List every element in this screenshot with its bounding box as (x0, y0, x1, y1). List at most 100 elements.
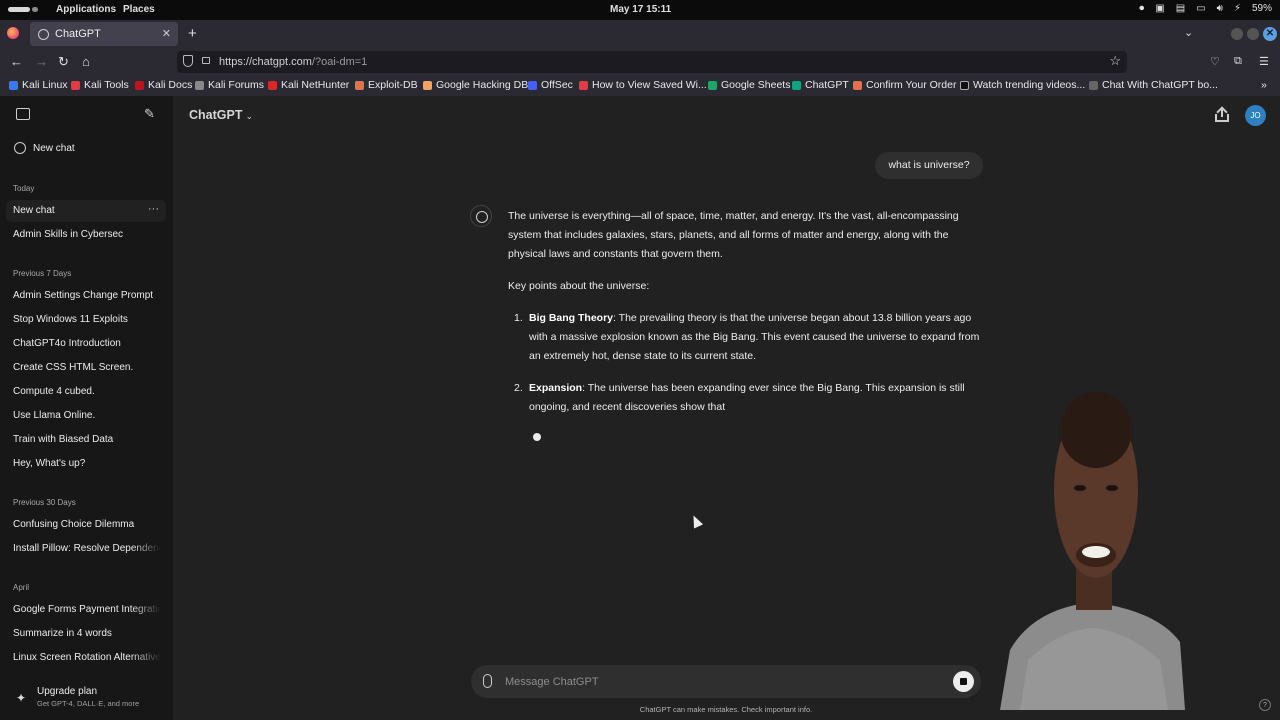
bookmark-favicon-icon (423, 80, 432, 90)
system-clock[interactable]: May 17 15:11 (610, 4, 671, 15)
chatgpt-avatar-icon (470, 205, 492, 227)
more-bookmarks-chevron-icon[interactable]: » (1261, 79, 1267, 91)
bookmark-favicon-icon (135, 80, 144, 90)
assistant-response: The universe is everything—all of space,… (508, 207, 984, 430)
bookmark-item[interactable]: Confirm Your Order (853, 79, 956, 91)
upgrade-title: Upgrade plan (37, 686, 98, 697)
address-bar[interactable]: https://chatgpt.com/?oai-dm=1 ☆ (177, 51, 1127, 73)
bookmark-item[interactable]: Kali Docs (135, 79, 192, 91)
bookmark-item[interactable]: Google Hacking DB (423, 79, 528, 91)
chat-history-item[interactable]: Compute 4 cubed. (13, 386, 161, 397)
chat-history-item[interactable]: Admin Settings Change Prompt (13, 290, 161, 301)
volume-icon[interactable]: 🔊︎ (1217, 3, 1223, 14)
bookmark-favicon-icon (579, 80, 588, 90)
close-window-button[interactable]: ✕ (1263, 27, 1277, 41)
bookmark-favicon-icon (792, 80, 801, 90)
bookmark-item[interactable]: OffSec (528, 79, 573, 91)
response-paragraph: The universe is everything—all of space,… (508, 210, 959, 260)
key-points-list: 1. Big Bang Theory: The prevailing theory… (508, 309, 984, 417)
bookmark-favicon-icon (528, 80, 537, 90)
chat-history-item[interactable]: Admin Skills in Cybersec (13, 229, 161, 240)
section-heading: Previous 7 Days (13, 269, 72, 278)
power-icon[interactable]: ⚡︎ (1234, 3, 1241, 14)
model-selector[interactable]: ChatGPT ⌄ (189, 108, 253, 122)
upgrade-plan-button[interactable]: ✦ Upgrade plan Get GPT-4, DALL·E, and mo… (14, 686, 164, 714)
attach-paperclip-icon[interactable] (483, 674, 492, 688)
chat-history-item[interactable]: Linux Screen Rotation Alternatives (13, 652, 161, 663)
clipboard-icon[interactable]: ▣ (1155, 3, 1164, 14)
pocket-icon[interactable]: ♡ (1210, 55, 1220, 68)
message-input[interactable] (505, 673, 925, 691)
new-chat-button[interactable]: New chat (8, 137, 165, 159)
forward-arrow-icon[interactable]: → (35, 54, 48, 69)
extensions-icon[interactable]: ⧉ (1234, 55, 1242, 68)
typing-indicator (533, 433, 541, 441)
close-tab-icon[interactable]: ✕ (162, 27, 171, 40)
new-chat-edit-icon[interactable]: ✎ (144, 106, 155, 122)
bookmark-favicon-icon (960, 80, 969, 90)
bookmark-item[interactable]: Exploit-DB (355, 79, 418, 91)
more-options-icon[interactable]: ··· (148, 203, 159, 215)
tracking-protection-shield-icon[interactable] (183, 55, 193, 67)
bookmark-star-icon[interactable]: ☆ (1109, 53, 1121, 69)
bookmark-favicon-icon (355, 80, 364, 90)
lock-icon[interactable] (202, 57, 210, 64)
chat-history-item[interactable]: ChatGPT4o Introduction (13, 338, 161, 349)
chat-history-item[interactable]: Create CSS HTML Screen. (13, 362, 161, 373)
list-item: 2. Expansion: The universe has been expan… (514, 382, 965, 413)
bookmark-item[interactable]: Kali Linux (9, 79, 68, 91)
bookmark-item[interactable]: Chat With ChatGPT bo... (1089, 79, 1218, 91)
chat-history-sidebar: ✎ New chat Today New chat ··· Admin Skil… (0, 96, 173, 720)
firefox-logo-icon[interactable] (7, 27, 19, 39)
new-tab-icon[interactable]: + (188, 25, 197, 42)
applications-menu[interactable]: Applications (56, 4, 116, 15)
sidebar-toggle-icon[interactable] (16, 108, 30, 120)
maximize-window-button[interactable] (1247, 28, 1259, 40)
workspace-indicator[interactable] (8, 7, 30, 12)
bookmark-favicon-icon (71, 80, 80, 90)
chat-history-item[interactable]: Google Forms Payment Integration (13, 604, 161, 615)
chat-history-item[interactable]: Hey, What's up? (13, 458, 161, 469)
notification-icon[interactable]: ▤ (1176, 3, 1185, 14)
section-heading: April (13, 583, 30, 592)
stop-generating-button[interactable] (953, 671, 974, 692)
help-icon[interactable]: ? (1259, 699, 1271, 711)
browser-tab-chatgpt[interactable]: ChatGPT ✕ (30, 22, 178, 46)
recording-icon[interactable]: ⏺ (1139, 3, 1144, 14)
list-tabs-chevron-icon[interactable]: ⌄ (1184, 26, 1193, 39)
bookmark-item[interactable]: Watch trending videos... (960, 79, 1085, 91)
chat-history-item[interactable]: Use Llama Online. (13, 410, 161, 421)
chat-history-item[interactable]: Stop Windows 11 Exploits (13, 314, 161, 325)
bookmark-item[interactable]: Kali Forums (195, 79, 264, 91)
display-icon[interactable]: ▭ (1196, 3, 1205, 14)
share-icon[interactable] (1215, 106, 1229, 124)
bookmark-item[interactable]: How to View Saved Wi... (579, 79, 707, 91)
response-paragraph: Key points about the universe: (508, 280, 650, 292)
chat-history-item[interactable]: New chat ··· (6, 200, 166, 222)
bookmark-item[interactable]: Kali NetHunter (268, 79, 349, 91)
bookmark-item[interactable]: Google Sheets (708, 79, 790, 91)
bookmark-favicon-icon (853, 80, 862, 90)
home-icon[interactable]: ⌂ (82, 54, 90, 69)
minimize-window-button[interactable] (1231, 28, 1243, 40)
workspace-indicator-secondary[interactable] (32, 7, 38, 12)
chat-history-item[interactable]: Summarize in 4 words (13, 628, 161, 639)
bookmark-item[interactable]: ChatGPT (792, 79, 849, 91)
chat-history-item[interactable]: Install Pillow: Resolve Dependencies (13, 543, 161, 554)
webcam-overlay (1000, 392, 1185, 710)
app-menu-icon[interactable]: ☰ (1259, 55, 1269, 68)
places-menu[interactable]: Places (123, 4, 155, 15)
mouse-pointer-icon (688, 513, 704, 529)
list-item: 1. Big Bang Theory: The prevailing theory… (514, 312, 980, 362)
reload-icon[interactable]: ↻ (58, 54, 69, 70)
chevron-down-icon: ⌄ (245, 111, 254, 121)
chat-history-item[interactable]: Train with Biased Data (13, 434, 161, 445)
url-text[interactable]: https://chatgpt.com/?oai-dm=1 (219, 56, 367, 68)
chatgpt-favicon-icon (38, 28, 49, 40)
bookmark-favicon-icon (708, 80, 717, 90)
chat-history-item[interactable]: Confusing Choice Dilemma (13, 519, 161, 530)
bookmark-item[interactable]: Kali Tools (71, 79, 129, 91)
bookmarks-toolbar: Kali Linux Kali Tools Kali Docs Kali For… (0, 76, 1280, 96)
back-arrow-icon[interactable]: ← (10, 54, 23, 69)
avatar[interactable]: JO (1245, 105, 1266, 126)
